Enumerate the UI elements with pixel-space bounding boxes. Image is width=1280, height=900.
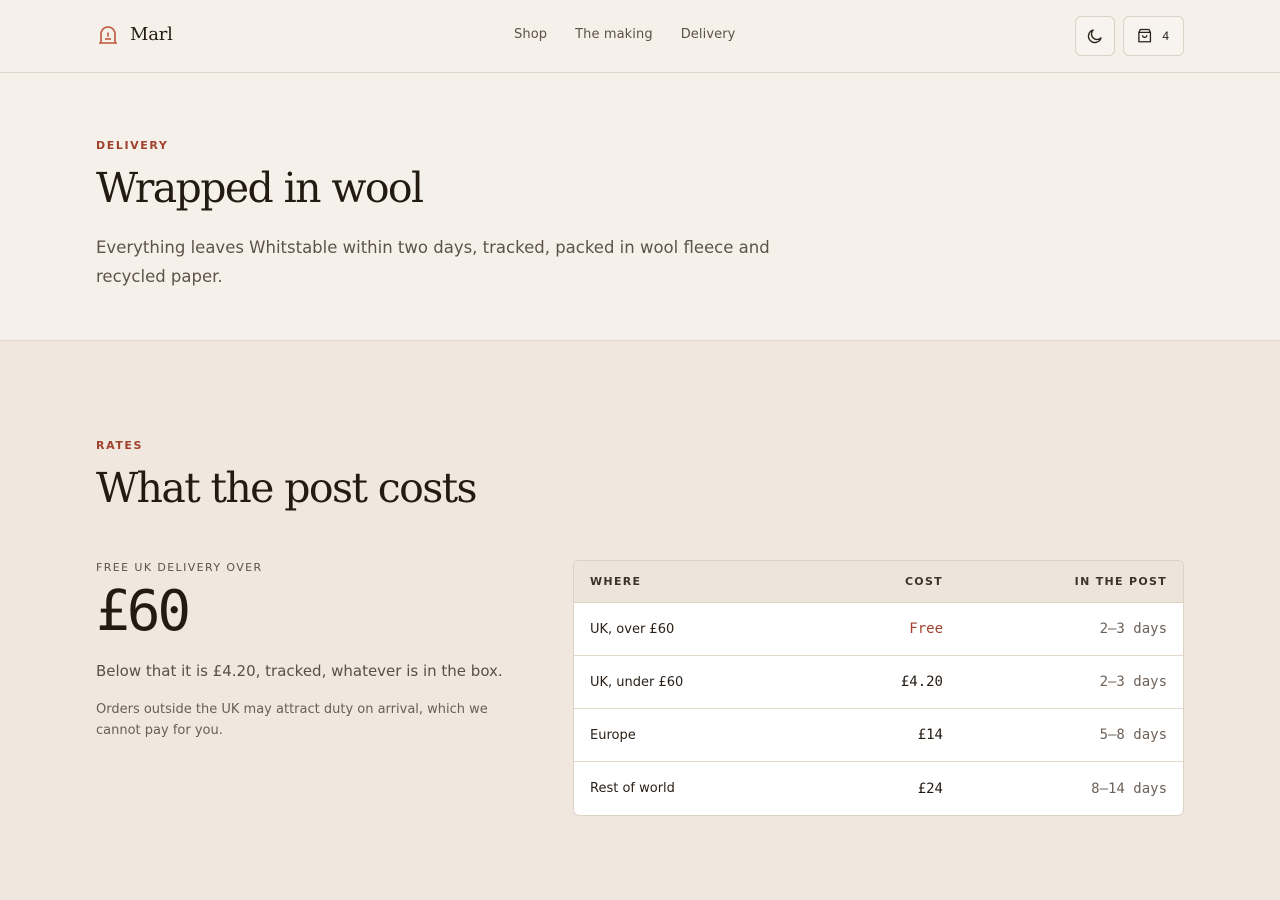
- row-cost: £24: [917, 780, 943, 797]
- main-nav: Shop The making Delivery: [514, 27, 735, 42]
- row-where: Rest of world: [590, 781, 675, 796]
- theme-toggle-button[interactable]: [1075, 16, 1115, 56]
- row-time: 5–8 days: [1099, 727, 1167, 743]
- hero-description: Everything leaves Whitstable within two …: [96, 238, 770, 287]
- cart-button[interactable]: 4: [1123, 16, 1184, 56]
- table-row: Rest of world £24 8–14 days: [574, 762, 1183, 815]
- free-delivery-summary: Free UK delivery over £60 Below that it …: [96, 561, 516, 741]
- rates-table: Where Cost In the post UK, over £60 Free…: [573, 560, 1184, 816]
- row-cost: £4.20: [900, 674, 943, 690]
- column-header-where: Where: [590, 575, 642, 588]
- moon-icon: [1087, 29, 1102, 44]
- dome-logo-icon: [99, 26, 117, 44]
- cart-count: 4: [1162, 29, 1169, 43]
- table-row: UK, over £60 Free 2–3 days: [574, 603, 1183, 656]
- column-header-cost: Cost: [904, 575, 943, 588]
- brand-name: Marl: [130, 23, 173, 45]
- table-header: Where Cost In the post: [574, 561, 1183, 603]
- nav-link-the-making[interactable]: The making: [575, 27, 653, 42]
- row-time: 8–14 days: [1091, 780, 1167, 797]
- delivery-hero: Delivery Wrapped in wool Everything leav…: [0, 73, 1280, 341]
- row-cost: Free: [909, 621, 943, 637]
- table-row: UK, under £60 £4.20 2–3 days: [574, 656, 1183, 709]
- hero-eyebrow: Delivery: [96, 139, 169, 152]
- row-time: 2–3 days: [1099, 674, 1167, 690]
- row-where: UK, over £60: [590, 621, 675, 637]
- row-where: Europe: [590, 727, 636, 743]
- row-cost: £14: [917, 727, 943, 743]
- site-header: Marl Shop The making Delivery 4: [0, 0, 1280, 73]
- column-header-in-the-post: In the post: [1074, 575, 1167, 588]
- rates-section: Rates What the post costs Free UK delive…: [0, 341, 1280, 900]
- brand-link[interactable]: Marl: [96, 22, 173, 46]
- rates-title: What the post costs: [96, 464, 478, 512]
- header-actions: 4: [1075, 16, 1184, 56]
- table-row: Europe £14 5–8 days: [574, 709, 1183, 762]
- nav-link-delivery[interactable]: Delivery: [681, 27, 736, 42]
- standard-rate-text: Below that it is £4.20, tracked, whateve…: [96, 662, 503, 680]
- rates-eyebrow: Rates: [96, 439, 144, 452]
- row-where: UK, under £60: [590, 674, 684, 690]
- row-time: 2–3 days: [1099, 621, 1167, 637]
- free-delivery-threshold: £60: [96, 579, 191, 644]
- page-title: Wrapped in wool: [96, 164, 424, 212]
- free-delivery-label: Free UK delivery over: [96, 561, 263, 574]
- shopping-bag-icon: [1138, 28, 1152, 43]
- nav-link-shop[interactable]: Shop: [514, 27, 547, 42]
- duty-note: Orders outside the UK may attract duty o…: [96, 702, 488, 738]
